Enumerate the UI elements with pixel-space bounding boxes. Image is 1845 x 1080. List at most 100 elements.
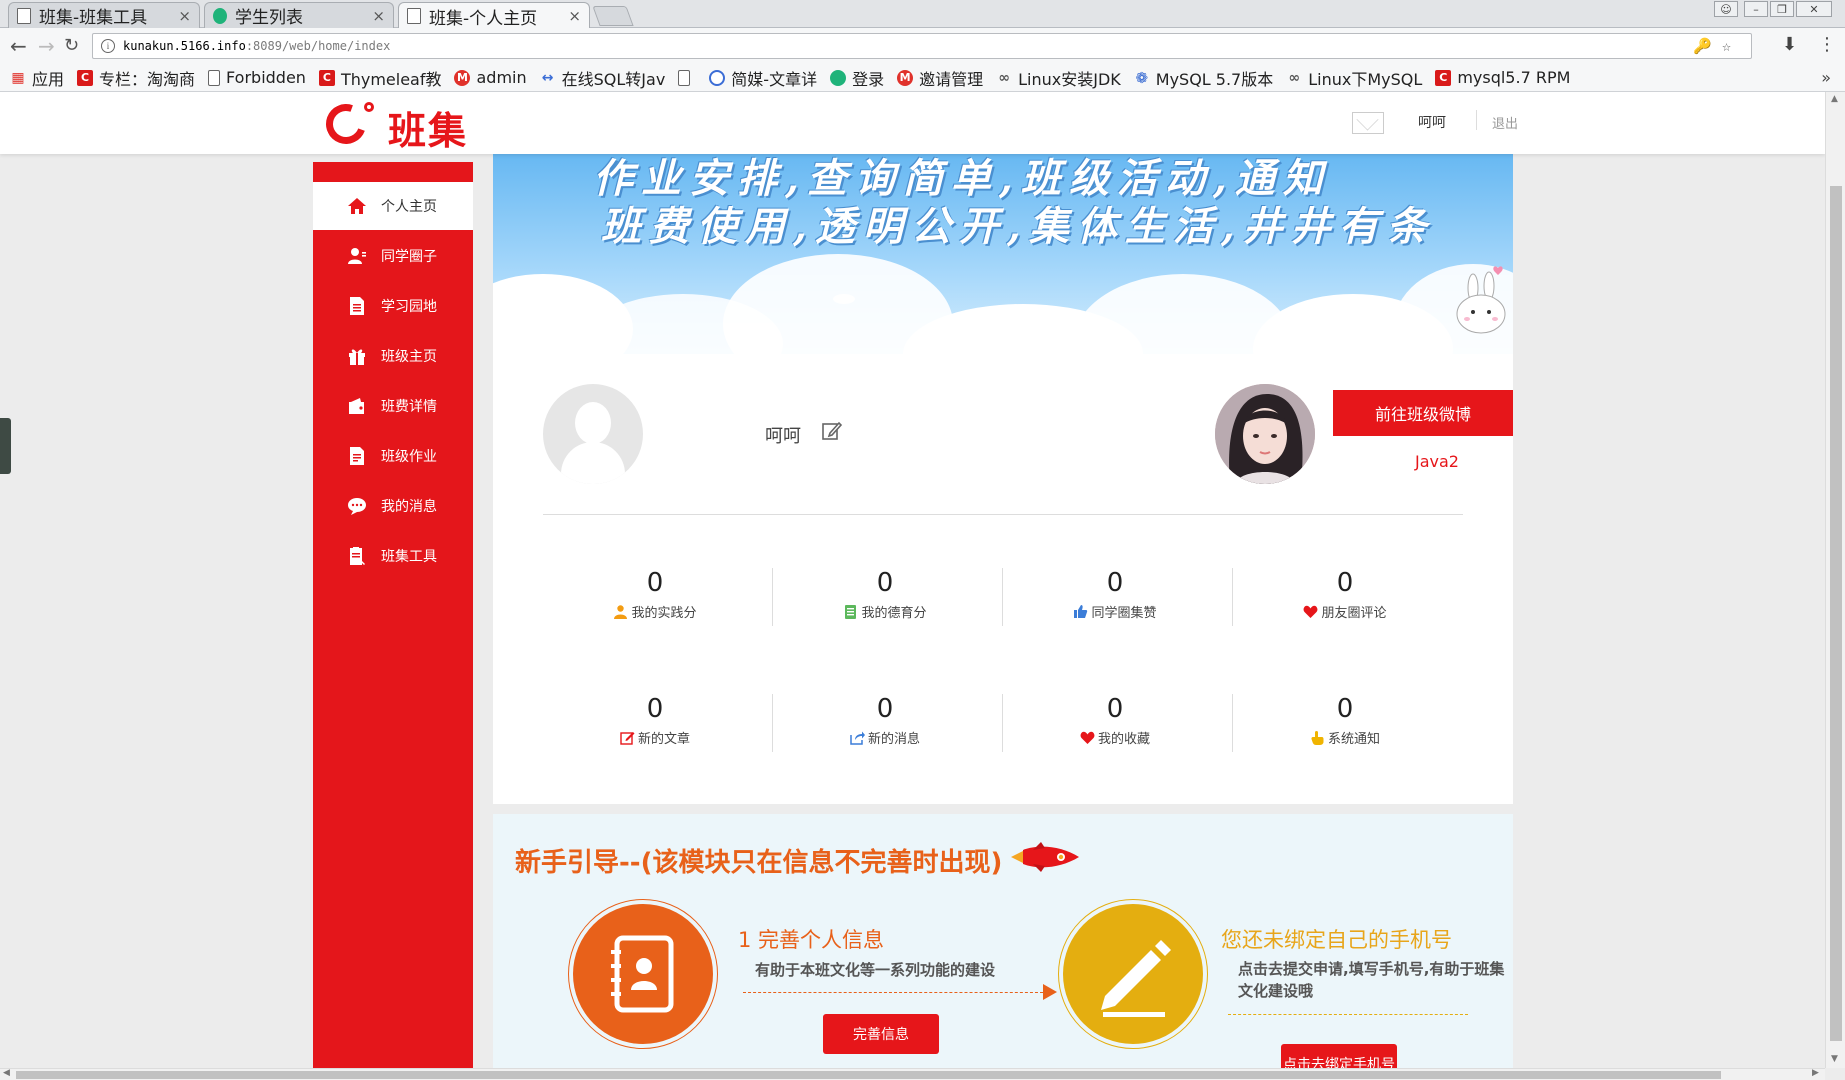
stat-label-row: 系统通知 <box>1230 728 1460 747</box>
back-arrow-icon[interactable]: ← <box>10 34 27 58</box>
stat-new-articles[interactable]: 0 新的文章 <box>540 694 770 754</box>
sidebar-item-messages[interactable]: 我的消息 <box>313 482 473 530</box>
step2-ring <box>1058 899 1208 1049</box>
edit-icon[interactable] <box>821 420 843 442</box>
sidebar-item-study[interactable]: 学习园地 <box>313 282 473 330</box>
side-widget-handle[interactable] <box>0 418 11 474</box>
bookmark-item[interactable]: 登录 <box>830 66 884 90</box>
bookmark-label: Linux下MySQL <box>1308 69 1423 89</box>
sidebar-item-label: 班级作业 <box>381 449 437 465</box>
scrollbar-thumb[interactable] <box>1830 186 1842 1041</box>
bookmark-item[interactable]: C 专栏：淘淘商 <box>77 66 195 90</box>
new-tab-button[interactable] <box>592 6 634 26</box>
sidebar-item-fees[interactable]: 班费详情 <box>313 382 473 430</box>
arrow-right-icon <box>1043 984 1057 1000</box>
vertical-scrollbar[interactable]: ▲ ▼ <box>1825 92 1845 1068</box>
reload-icon[interactable]: ↻ <box>64 35 79 56</box>
stat-label-row: 朋友圈评论 <box>1230 602 1460 621</box>
profile-icon[interactable]: ☺ <box>1714 1 1738 17</box>
sidebar-item-tools[interactable]: 班集工具 <box>313 532 473 580</box>
mail-icon[interactable] <box>1352 112 1384 134</box>
bookmarks-more-icon[interactable]: » <box>1821 68 1831 87</box>
bookmark-label: 简媒-文章详 <box>731 69 818 89</box>
bookmark-item[interactable]: M 邀请管理 <box>897 66 983 90</box>
sidebar-item-label: 班集工具 <box>381 549 437 565</box>
scroll-left-icon[interactable]: ◀ <box>3 1068 10 1078</box>
browser-tab-tools[interactable]: 班集-班集工具 × <box>8 2 200 28</box>
stat-moral-score[interactable]: 0 我的德育分 <box>770 568 1000 628</box>
sidebar-item-class-home[interactable]: 班级主页 <box>313 332 473 380</box>
tab-close-icon[interactable]: × <box>568 7 581 25</box>
girl-portrait-icon <box>1215 384 1315 484</box>
profile-username: 呵呵 <box>765 426 801 447</box>
tab-close-icon[interactable]: × <box>372 7 385 25</box>
class-name-link[interactable]: Java2 <box>1333 452 1541 471</box>
scroll-up-icon[interactable]: ▲ <box>1831 94 1838 104</box>
horizontal-scrollbar[interactable]: ◀ ▶ <box>0 1068 1825 1080</box>
guide-title: 新手引导--(该模块只在信息不完善时出现) <box>515 848 1003 878</box>
stat-comments[interactable]: 0 朋友圈评论 <box>1230 568 1460 628</box>
step1-circle <box>568 899 718 1049</box>
complete-info-button[interactable]: 完善信息 <box>823 1014 939 1054</box>
bind-phone-button[interactable]: 点击去绑定手机号 <box>1281 1044 1397 1068</box>
download-icon[interactable]: ⬇ <box>1782 34 1797 55</box>
sidebar-item-label: 同学圈子 <box>381 249 437 265</box>
key-star-icons[interactable]: 🔑☆ <box>1693 37 1741 55</box>
stat-label: 我的实践分 <box>631 606 697 621</box>
bookmark-label: 邀请管理 <box>919 69 984 89</box>
bookmark-item[interactable]: ❁ MySQL 5.7版本 <box>1134 66 1273 90</box>
scrollbar-thumb[interactable] <box>16 1071 1721 1079</box>
scroll-down-icon[interactable]: ▼ <box>1831 1054 1838 1064</box>
stat-notifications[interactable]: 0 系统通知 <box>1230 694 1460 754</box>
bookmark-item[interactable]: ∞ Linux安装JDK <box>996 66 1121 90</box>
sidebar-item-classmates[interactable]: 同学圈子 <box>313 232 473 280</box>
info-icon[interactable]: i <box>101 39 115 53</box>
address-bar[interactable]: i kunakun.5166.info:8089/web/home/index … <box>92 33 1752 59</box>
forward-arrow-icon[interactable]: → <box>38 34 55 58</box>
close-window-icon[interactable]: ✕ <box>1796 1 1832 17</box>
page-icon <box>17 7 31 24</box>
scroll-right-icon[interactable]: ▶ <box>1812 1068 1819 1078</box>
minimize-icon[interactable]: – <box>1744 1 1768 17</box>
header-username[interactable]: 呵呵 <box>1418 112 1446 132</box>
hand-point-icon <box>1310 730 1325 745</box>
step1-dotted-line <box>743 992 1043 993</box>
class-weibo-button[interactable]: 前往班级微博 <box>1333 390 1513 436</box>
bookmark-item[interactable]: ↔ 在线SQL转Jav <box>540 66 666 90</box>
logo-text[interactable]: 班集 <box>388 100 468 155</box>
step2-title: 您还未绑定自己的手机号 <box>1221 928 1452 952</box>
share-icon <box>850 730 865 745</box>
bookmark-item[interactable]: Madmin <box>454 68 527 87</box>
step1-ring <box>568 899 718 1049</box>
m-icon: M <box>897 69 914 86</box>
home-icon <box>347 196 367 216</box>
bookmark-item[interactable]: C Thymeleaf教 <box>318 66 441 90</box>
bookmark-item[interactable]: ∞ Linux下MySQL <box>1286 66 1422 90</box>
stat-favorites[interactable]: 0 我的收藏 <box>1000 694 1230 754</box>
browser-tab-student-list[interactable]: 学生列表 × <box>204 2 394 28</box>
stat-new-messages[interactable]: 0 新的消息 <box>770 694 1000 754</box>
logout-link[interactable]: 退出 <box>1492 113 1518 132</box>
browser-tab-homepage[interactable]: 班集-个人主页 × <box>398 2 590 29</box>
homework-icon <box>347 446 367 466</box>
user-avatar[interactable] <box>543 384 643 484</box>
url-host: kunakun.5166.info <box>123 39 246 53</box>
tab-close-icon[interactable]: × <box>178 7 191 25</box>
sidebar-item-homework[interactable]: 班级作业 <box>313 432 473 480</box>
bookmark-item[interactable] <box>678 69 696 86</box>
stat-label: 系统通知 <box>1327 732 1380 747</box>
sidebar-item-personal-home[interactable]: 个人主页 <box>313 182 473 230</box>
menu-dots-icon[interactable]: ⋮ <box>1818 34 1836 55</box>
class-avatar[interactable] <box>1215 384 1315 484</box>
bookmark-apps[interactable]: ▦ 应用 <box>10 66 64 90</box>
restore-icon[interactable]: ❐ <box>1770 1 1794 17</box>
stat-value: 0 <box>1106 694 1124 724</box>
blue-icon <box>709 69 726 86</box>
stat-label-row: 同学圈集赞 <box>1000 602 1230 621</box>
tools-icon <box>347 546 367 566</box>
bookmark-item[interactable]: Cmysql5.7 RPM <box>1435 68 1570 87</box>
bookmark-item[interactable]: Forbidden <box>208 68 306 87</box>
bookmark-item[interactable]: 简媒-文章详 <box>709 66 817 90</box>
stat-likes[interactable]: 0 同学圈集赞 <box>1000 568 1230 628</box>
stat-practice-score[interactable]: 0 我的实践分 <box>540 568 770 628</box>
